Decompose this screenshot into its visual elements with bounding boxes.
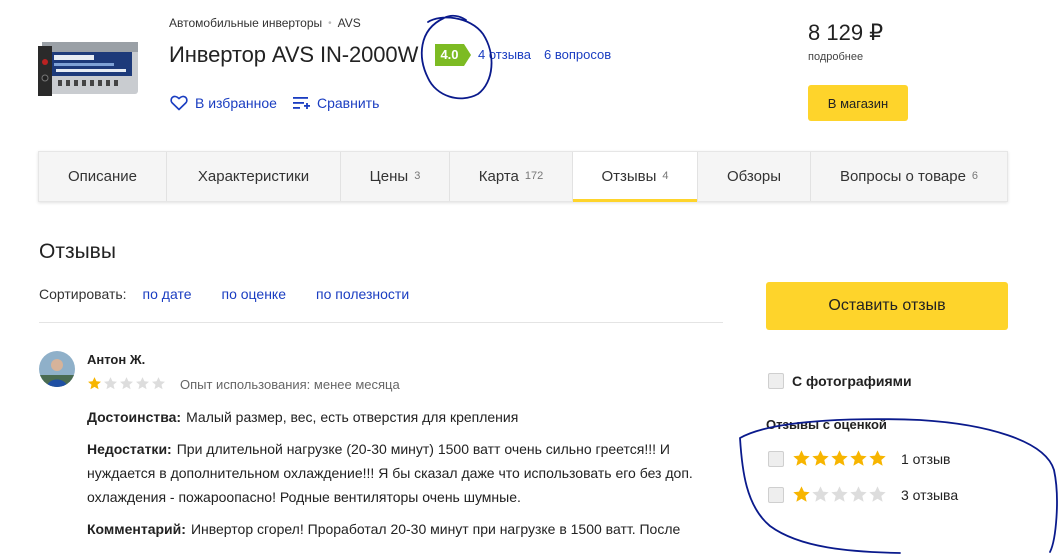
heart-icon bbox=[170, 95, 188, 111]
star-filled-icon bbox=[812, 450, 829, 466]
rating-filter-1[interactable]: 3 отзыва bbox=[768, 485, 958, 504]
tab-count: 4 bbox=[662, 169, 669, 182]
product-title: Инвертор AVS IN-2000W bbox=[169, 42, 419, 67]
user-avatar-icon bbox=[39, 351, 75, 387]
rating-filter-checkbox[interactable] bbox=[768, 486, 784, 503]
inverter-product-icon bbox=[38, 42, 138, 96]
photo-filter-label: С фотографиями bbox=[792, 373, 912, 389]
star-empty-icon bbox=[136, 377, 149, 390]
go-to-shop-button[interactable]: В магазин bbox=[808, 85, 908, 121]
star-empty-icon bbox=[120, 377, 133, 390]
tab-map[interactable]: Карта 172 bbox=[450, 152, 573, 201]
star-empty-icon bbox=[831, 486, 848, 502]
sort-controls: Сортировать: по дате по оценке по полезн… bbox=[39, 286, 439, 302]
review-experience: Опыт использования: менее месяца bbox=[180, 377, 400, 392]
rating-value: 4.0 bbox=[435, 44, 464, 66]
product-image[interactable] bbox=[38, 38, 140, 100]
review-cons: Недостатки: При длительной нагрузке (20-3… bbox=[87, 437, 707, 509]
compare-label: Сравнить bbox=[317, 95, 380, 111]
star-empty-icon bbox=[152, 377, 165, 390]
rating-filter-5[interactable]: 1 отзыв bbox=[768, 449, 951, 468]
star-filled-icon bbox=[869, 450, 886, 466]
rated-reviews-heading: Отзывы с оценкой bbox=[766, 417, 887, 432]
star-filled-icon bbox=[850, 450, 867, 466]
tab-count: 3 bbox=[414, 169, 421, 182]
rating-filter-checkbox[interactable] bbox=[768, 450, 784, 467]
compare-button[interactable]: Сравнить bbox=[293, 95, 379, 111]
questions-count-link[interactable]: 6 вопросов bbox=[544, 47, 611, 62]
tab-label: Цены bbox=[369, 168, 409, 185]
tab-reviews[interactable]: Отзывы 4 bbox=[573, 152, 698, 202]
tab-description[interactable]: Описание bbox=[39, 152, 167, 201]
sort-by-rating[interactable]: по оценке bbox=[222, 286, 287, 302]
star-empty-icon bbox=[104, 377, 117, 390]
pros-label: Достоинства: bbox=[87, 409, 182, 425]
add-to-favorites-button[interactable]: В избранное bbox=[170, 95, 277, 111]
cons-text: При длительной нагрузке (20-30 минут) 15… bbox=[87, 441, 693, 505]
tab-count: 172 bbox=[524, 169, 544, 182]
tab-label: Характеристики bbox=[197, 168, 310, 185]
review-rating-stars bbox=[87, 376, 166, 391]
rating-filter-count: 1 отзыв bbox=[901, 450, 951, 467]
rating-filter-stars bbox=[792, 449, 887, 468]
price: 8 129 ₽ bbox=[808, 20, 884, 45]
tab-count: 6 bbox=[971, 169, 979, 182]
review-author[interactable]: Антон Ж. bbox=[87, 352, 145, 367]
tab-overviews[interactable]: Обзоры bbox=[698, 152, 811, 201]
breadcrumb-brand[interactable]: AVS bbox=[338, 16, 361, 30]
breadcrumb-category[interactable]: Автомобильные инверторы bbox=[169, 16, 322, 30]
photo-filter-checkbox[interactable] bbox=[768, 373, 784, 389]
reviews-count-link[interactable]: 4 отзыва bbox=[478, 47, 531, 62]
star-filled-icon bbox=[793, 486, 810, 502]
star-filled-icon bbox=[793, 450, 810, 466]
compare-list-icon bbox=[293, 96, 310, 109]
favorites-label: В избранное bbox=[195, 95, 277, 111]
sort-label: Сортировать: bbox=[39, 286, 127, 302]
tab-prices[interactable]: Цены 3 bbox=[341, 152, 450, 201]
breadcrumb-separator: • bbox=[328, 17, 332, 29]
review-comment: Комментарий: Инвертор сгорел! Проработал … bbox=[87, 517, 707, 541]
review-pros: Достоинства: Малый размер, вес, есть отве… bbox=[87, 405, 707, 429]
star-filled-icon bbox=[831, 450, 848, 466]
tab-label: Карта bbox=[478, 168, 519, 185]
tab-specifications[interactable]: Характеристики bbox=[167, 152, 341, 201]
pros-text: Малый размер, вес, есть отверстия для кр… bbox=[186, 409, 519, 425]
section-divider bbox=[39, 322, 723, 323]
sort-by-usefulness[interactable]: по полезности bbox=[316, 286, 409, 302]
rating-badge: 4.0 bbox=[435, 44, 473, 66]
star-empty-icon bbox=[850, 486, 867, 502]
photo-filter[interactable]: С фотографиями bbox=[768, 373, 912, 389]
comment-label: Комментарий: bbox=[87, 521, 186, 537]
comment-text: Инвертор сгорел! Проработал 20-30 минут … bbox=[190, 521, 681, 537]
avatar[interactable] bbox=[39, 351, 75, 387]
tab-label: Обзоры bbox=[726, 168, 782, 185]
breadcrumb: Автомобильные инверторы • AVS bbox=[169, 16, 361, 30]
star-empty-icon bbox=[812, 486, 829, 502]
reviews-section-title: Отзывы bbox=[39, 240, 116, 263]
rating-filter-count: 3 отзыва bbox=[901, 486, 959, 503]
tab-label: Вопросы о товаре bbox=[839, 168, 966, 185]
price-more-link[interactable]: подробнее bbox=[808, 51, 863, 63]
sort-by-date[interactable]: по дате bbox=[143, 286, 192, 302]
leave-review-button[interactable]: Оставить отзыв bbox=[766, 282, 1008, 330]
star-empty-icon bbox=[869, 486, 886, 502]
rating-badge-arrow bbox=[464, 44, 471, 66]
tab-questions[interactable]: Вопросы о товаре 6 bbox=[811, 152, 1007, 201]
product-tabs: Описание Характеристики Цены 3 Карта 172… bbox=[38, 151, 1008, 202]
star-filled-icon bbox=[88, 377, 101, 390]
cons-label: Недостатки: bbox=[87, 441, 172, 457]
tab-label: Описание bbox=[67, 168, 138, 185]
rating-filter-stars bbox=[792, 485, 887, 504]
tab-label: Отзывы bbox=[601, 168, 657, 185]
